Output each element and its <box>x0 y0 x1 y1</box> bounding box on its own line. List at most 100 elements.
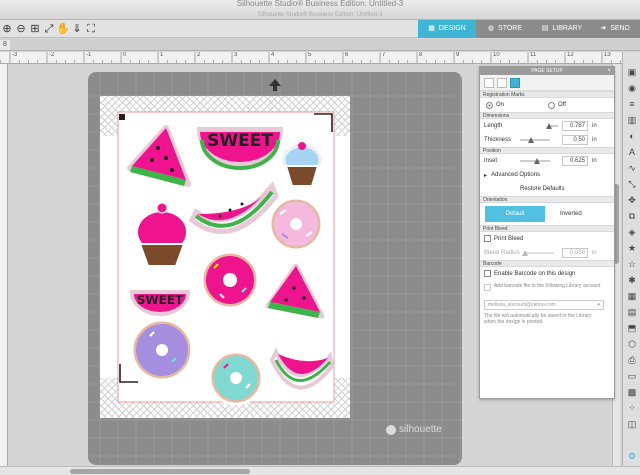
sketch-icon[interactable]: ∿ <box>626 162 638 174</box>
silhouette-watermark: silhouette <box>386 424 442 435</box>
hand-icon[interactable]: ✋ <box>56 22 70 36</box>
advanced-expand-icon[interactable]: ▸ <box>484 172 487 179</box>
rhinestone-icon[interactable]: ⁘ <box>626 402 638 414</box>
fit-page-icon[interactable]: ⛶ <box>84 22 98 36</box>
library-account-dropdown[interactable]: melissa_viscount@yahoo.com ▾ <box>484 300 604 310</box>
donut-sticker-3 <box>130 318 194 382</box>
zoom-in-icon[interactable]: ⊕ <box>0 22 14 36</box>
cupcake-sticker-2 <box>134 202 190 267</box>
registration-off-radio[interactable] <box>548 102 555 109</box>
ruler-label: 6 <box>345 52 349 58</box>
dropdown-chevron-icon: ▾ <box>597 302 600 308</box>
print-icon[interactable]: ⎙ <box>626 354 638 366</box>
zoom-out-icon[interactable]: ⊖ <box>14 22 28 36</box>
add-barcode-row: Add barcode file to the following Librar… <box>480 281 614 297</box>
ruler-label: 1 <box>160 52 164 58</box>
orientation-inverted-button[interactable]: Inverted <box>560 211 582 217</box>
ruler-label: 11 <box>530 52 537 58</box>
grid-tab-icon[interactable] <box>497 78 507 88</box>
enable-barcode-checkbox[interactable] <box>484 270 491 277</box>
ruler-label: -2 <box>49 52 55 58</box>
send-tab[interactable]: ➜ SEND <box>590 20 640 38</box>
text-icon[interactable]: A <box>626 146 638 158</box>
page[interactable]: SWEET SWEET <box>100 96 350 418</box>
advanced-options-row[interactable]: ▸ Advanced Options <box>480 168 614 182</box>
ruler-label: -1 <box>86 52 92 58</box>
settings-gear-icon[interactable]: ⚙ <box>626 450 638 462</box>
watermelon-sticker-2 <box>188 181 279 235</box>
orientation-header: Orientation <box>480 196 614 203</box>
zoom-region-icon[interactable]: ⊞ <box>28 22 42 36</box>
registration-tab-icon[interactable] <box>510 78 520 88</box>
donut-sticker-2 <box>200 250 260 310</box>
color-palette-icon[interactable]: ◉ <box>626 82 638 94</box>
scale-icon[interactable]: ⤡ <box>626 178 638 190</box>
fit-icon[interactable]: ⤢ <box>42 22 56 36</box>
design-tab[interactable]: ▦ DESIGN <box>418 20 476 38</box>
thickness-slider[interactable] <box>520 137 550 143</box>
advanced-options-label[interactable]: Advanced Options <box>491 172 540 178</box>
paper-tab-icon[interactable] <box>484 78 494 88</box>
inset-slider[interactable] <box>520 158 550 164</box>
store-panel-icon[interactable]: ⬡ <box>626 338 638 350</box>
panel-close-icon[interactable]: × <box>607 67 611 75</box>
cutting-mat[interactable]: SWEET SWEET silhouette <box>88 72 462 465</box>
dimensions-header: Dimensions <box>480 112 614 119</box>
send-panel-icon[interactable]: ⬒ <box>626 322 638 334</box>
trace-icon[interactable]: ☆ <box>626 258 638 270</box>
panel-titlebar: PAGE SETUP × <box>480 67 614 75</box>
thickness-field[interactable]: 0.50 <box>562 135 588 145</box>
offset-icon[interactable]: ★ <box>626 242 638 254</box>
horizontal-scrollbar[interactable] <box>0 466 640 475</box>
store-tab[interactable]: ◍ STORE <box>476 20 534 38</box>
horizontal-scroll-thumb[interactable] <box>70 469 250 474</box>
sweet-label: SWEET <box>207 131 273 151</box>
restore-defaults-button[interactable]: Restore Defaults <box>520 186 565 192</box>
group-icon[interactable]: ◫ <box>626 418 638 430</box>
line-style-icon[interactable]: ≡ <box>626 98 638 110</box>
transparency-icon[interactable]: ◐ <box>626 130 638 142</box>
replicate-icon[interactable]: ⧉ <box>626 210 638 222</box>
bleed-radius-slider[interactable] <box>522 250 554 256</box>
orientation-default-button[interactable]: Default <box>485 206 545 222</box>
length-field[interactable]: 0.787 <box>562 121 588 131</box>
pixscan-icon[interactable]: ✱ <box>626 274 638 286</box>
notes-icon[interactable]: ▭ <box>626 370 638 382</box>
move-down-icon[interactable]: ⇓ <box>70 22 84 36</box>
design-grid-icon: ▦ <box>428 25 435 32</box>
modify-icon[interactable]: ◈ <box>626 226 638 238</box>
sticker-designs[interactable]: SWEET SWEET <box>100 96 350 418</box>
inset-slider-knob[interactable] <box>534 158 540 164</box>
page-setup-panel: PAGE SETUP × Registration Marks On Off D… <box>479 66 615 399</box>
print-bleed-checkbox[interactable] <box>484 235 491 242</box>
ruler-label: 3 <box>234 52 238 58</box>
layers-icon[interactable]: ▤ <box>626 306 638 318</box>
length-slider[interactable] <box>546 123 558 129</box>
page-setup-icon[interactable]: ▣ <box>626 66 638 78</box>
title-bar: Silhouette Studio® Business Edition: Unt… <box>0 0 640 20</box>
document-tab[interactable]: 8 <box>0 40 10 50</box>
vertical-ruler <box>0 64 8 466</box>
library-tab[interactable]: ▤ LIBRARY <box>534 20 590 38</box>
silhouette-logo-icon <box>386 424 396 435</box>
add-barcode-checkbox[interactable] <box>484 284 491 291</box>
ruler-label: 8 <box>419 52 423 58</box>
barcode-note-row: The file will automatically be saved to … <box>484 313 592 325</box>
registration-on-radio[interactable] <box>486 102 493 109</box>
watermelon-sticker-3 <box>265 263 325 319</box>
grid-icon[interactable]: ▩ <box>626 386 638 398</box>
thickness-slider-knob[interactable] <box>528 137 534 143</box>
barcode-header: Barcode <box>480 260 614 267</box>
registration-marks-header: Registration Marks <box>480 91 614 98</box>
bleed-radius-field[interactable]: 0.050 <box>562 248 588 258</box>
inset-field[interactable]: 0.625 <box>562 156 588 166</box>
ruler-label: 9 <box>456 52 460 58</box>
watermelon-sticker-4 <box>269 347 335 390</box>
ruler-label: 2 <box>197 52 201 58</box>
library-panel-icon[interactable]: ▦ <box>626 290 638 302</box>
bleed-radius-knob[interactable] <box>522 250 528 256</box>
sweet-watermelon-sticker-2: SWEET <box>129 290 191 316</box>
transform-icon[interactable]: ✥ <box>626 194 638 206</box>
length-slider-knob[interactable] <box>546 123 552 129</box>
fill-icon[interactable]: ▥ <box>626 114 638 126</box>
